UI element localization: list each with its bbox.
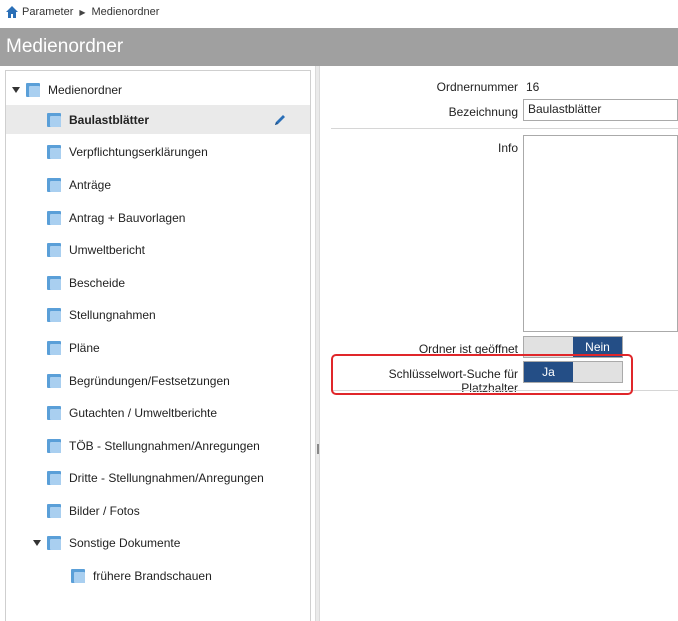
tree-item-label: Antrag + Bauvorlagen (69, 210, 186, 225)
tree-item-sonstige-dokumente[interactable]: Sonstige Dokumente (6, 528, 310, 557)
tree-root-medienordner[interactable]: Medienordner (6, 75, 310, 104)
divider (331, 128, 678, 129)
folder-icon (47, 177, 61, 192)
tree-item-gutachten[interactable]: Gutachten / Umweltberichte (47, 398, 217, 427)
tree-item-label: Anträge (69, 177, 112, 192)
breadcrumb: Parameter ▶ Medienordner (0, 0, 678, 24)
tree-item-antrag-bauvorlagen[interactable]: Antrag + Bauvorlagen (47, 203, 185, 232)
folder-icon (47, 242, 61, 257)
tree-item-label: Bescheide (69, 275, 126, 290)
tree-item-label: Sonstige Dokumente (69, 535, 181, 550)
breadcrumb-item-medienordner: Medienordner (91, 6, 160, 18)
folder-icon (47, 340, 61, 355)
bezeichnung-label: Bezeichnung (448, 105, 518, 119)
tree-item-begruendungen[interactable]: Begründungen/Festsetzungen (47, 366, 230, 395)
tree-item-label: Bilder / Fotos (69, 503, 140, 518)
tree-item-verpflichtungserklaerungen[interactable]: Verpflichtungserklärungen (47, 137, 208, 166)
folder-icon (47, 275, 61, 290)
info-textarea[interactable] (523, 135, 678, 332)
folder-icon (47, 210, 61, 225)
tree-item-label: Dritte - Stellungnahmen/Anregungen (69, 470, 264, 485)
page-title: Medienordner (0, 28, 678, 66)
bezeichnung-input[interactable]: Baulastblätter (523, 99, 678, 121)
tree-item-label: Gutachten / Umweltberichte (69, 405, 218, 420)
tree-item-plaene[interactable]: Pläne (47, 333, 100, 362)
ordnernummer-value: 16 (526, 80, 540, 94)
breadcrumb-separator-icon: ▶ (79, 7, 86, 17)
splitter-grip-icon[interactable] (317, 444, 319, 454)
panel-splitter[interactable] (315, 66, 320, 621)
tree-item-label: Pläne (69, 340, 100, 355)
folder-icon (47, 535, 61, 550)
tree-item-label: TÖB - Stellungnahmen/Anregungen (69, 438, 260, 453)
tree-item-fruehere-brandschauen[interactable]: frühere Brandschauen (71, 561, 212, 590)
folder-icon (47, 307, 61, 322)
folder-tree: Medienordner Baulastblätter Verpflichtun… (5, 70, 311, 621)
tree-item-dritte[interactable]: Dritte - Stellungnahmen/Anregungen (47, 463, 264, 492)
annotation-highlight-box (331, 354, 633, 395)
folder-icon (47, 373, 61, 388)
folder-icon (71, 568, 85, 583)
tree-item-label: Stellungnahmen (69, 307, 156, 322)
tree-item-label: Begründungen/Festsetzungen (69, 373, 230, 388)
expand-caret-icon[interactable] (12, 87, 20, 93)
tree-item-label: frühere Brandschauen (93, 568, 212, 583)
tree-item-baulastblaetter[interactable]: Baulastblätter (6, 105, 310, 134)
home-icon[interactable] (5, 5, 19, 19)
ordnernummer-label: Ordnernummer (436, 80, 518, 94)
info-label: Info (497, 141, 518, 155)
tree-item-umweltbericht[interactable]: Umweltbericht (47, 235, 145, 264)
tree-item-bescheide[interactable]: Bescheide (47, 268, 125, 297)
edit-pencil-icon[interactable] (272, 112, 288, 128)
folder-icon (47, 470, 61, 485)
tree-item-label: Umweltbericht (69, 242, 146, 257)
tree-item-label: Baulastblätter (69, 112, 150, 127)
expand-caret-icon[interactable] (33, 540, 41, 546)
tree-item-stellungnahmen[interactable]: Stellungnahmen (47, 300, 156, 329)
folder-icon (47, 438, 61, 453)
tree-item-label: Verpflichtungserklärungen (69, 144, 208, 159)
tree-item-antraege[interactable]: Anträge (47, 170, 111, 199)
folder-icon (47, 405, 61, 420)
tree-item-toeb[interactable]: TÖB - Stellungnahmen/Anregungen (47, 431, 260, 460)
tree-item-bilder-fotos[interactable]: Bilder / Fotos (47, 496, 140, 525)
folder-icon (47, 112, 61, 127)
folder-icon (47, 144, 61, 159)
breadcrumb-item-parameter[interactable]: Parameter (22, 6, 73, 18)
tree-item-label: Medienordner (48, 82, 123, 97)
folder-icon (47, 503, 61, 518)
folder-icon (26, 82, 40, 97)
